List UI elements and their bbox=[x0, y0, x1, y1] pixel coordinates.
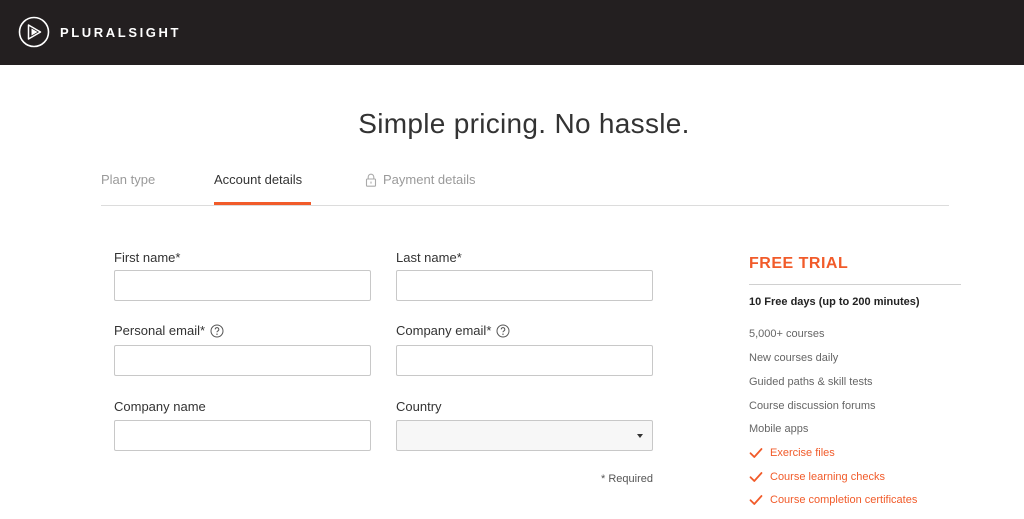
last-name-label: Last name* bbox=[396, 250, 462, 265]
tab-plan-type-label: Plan type bbox=[101, 172, 156, 187]
company-email-field[interactable] bbox=[396, 345, 653, 376]
page-title: Simple pricing. No hassle. bbox=[358, 108, 690, 139]
first-name-label-text: First name* bbox=[114, 250, 181, 265]
tab-payment-details[interactable]: Payment details bbox=[365, 172, 476, 187]
company-email-label: Company email* bbox=[396, 323, 510, 338]
country-select[interactable] bbox=[396, 420, 653, 451]
first-name-field[interactable] bbox=[114, 270, 371, 301]
check-icon bbox=[749, 495, 763, 505]
check-icon bbox=[749, 472, 763, 482]
company-email-help-icon[interactable] bbox=[496, 324, 510, 338]
caret-down-icon bbox=[637, 434, 643, 438]
company-name-field[interactable] bbox=[114, 420, 371, 451]
company-name-label: Company name bbox=[114, 399, 206, 414]
feature-item: Course discussion forums bbox=[749, 400, 876, 412]
extra-feature-item: Exercise files bbox=[749, 447, 835, 459]
tab-plan-type[interactable]: Plan type bbox=[101, 172, 155, 187]
extra-feature-label: Course learning checks bbox=[770, 471, 885, 483]
tab-account-details[interactable]: Account details bbox=[214, 172, 302, 187]
company-name-label-text: Company name bbox=[114, 399, 206, 414]
feature-item: 5,000+ courses bbox=[749, 328, 825, 340]
extra-feature-label: Exercise files bbox=[770, 447, 835, 459]
first-name-label: First name* bbox=[114, 250, 180, 265]
required-note: * Required bbox=[601, 473, 653, 485]
pluralsight-logo-icon bbox=[18, 16, 50, 48]
company-email-label-text: Company email* bbox=[396, 323, 492, 338]
extra-feature-item: Course completion certificates bbox=[749, 494, 917, 506]
last-name-field[interactable] bbox=[396, 270, 653, 301]
tab-payment-details-label: Payment details bbox=[383, 172, 476, 187]
free-trial-title: FREE TRIAL bbox=[749, 255, 849, 272]
country-label: Country bbox=[396, 399, 442, 414]
lock-icon bbox=[365, 173, 377, 187]
personal-email-label: Personal email* bbox=[114, 323, 224, 338]
personal-email-label-text: Personal email* bbox=[114, 323, 206, 338]
extra-feature-label: Course completion certificates bbox=[770, 494, 918, 506]
feature-item: New courses daily bbox=[749, 352, 839, 364]
active-tab-indicator bbox=[214, 202, 311, 205]
free-trial-subtitle: 10 Free days (up to 200 minutes) bbox=[749, 296, 920, 308]
pluralsight-logo[interactable]: PLURALSIGHT bbox=[18, 16, 181, 48]
last-name-label-text: Last name* bbox=[396, 250, 462, 265]
feature-item: Mobile apps bbox=[749, 423, 809, 435]
free-trial-divider bbox=[749, 284, 961, 285]
tab-account-details-label: Account details bbox=[214, 172, 303, 187]
country-label-text: Country bbox=[396, 399, 442, 414]
extra-feature-item: Course learning checks bbox=[749, 471, 885, 483]
brand-name: PLURALSIGHT bbox=[60, 24, 182, 40]
top-navigation-bar: PLURALSIGHT bbox=[0, 0, 1024, 65]
personal-email-field[interactable] bbox=[114, 345, 371, 376]
check-icon bbox=[749, 448, 763, 458]
personal-email-help-icon[interactable] bbox=[210, 324, 224, 338]
feature-item: Guided paths & skill tests bbox=[749, 376, 873, 388]
tabs-divider bbox=[101, 205, 949, 206]
